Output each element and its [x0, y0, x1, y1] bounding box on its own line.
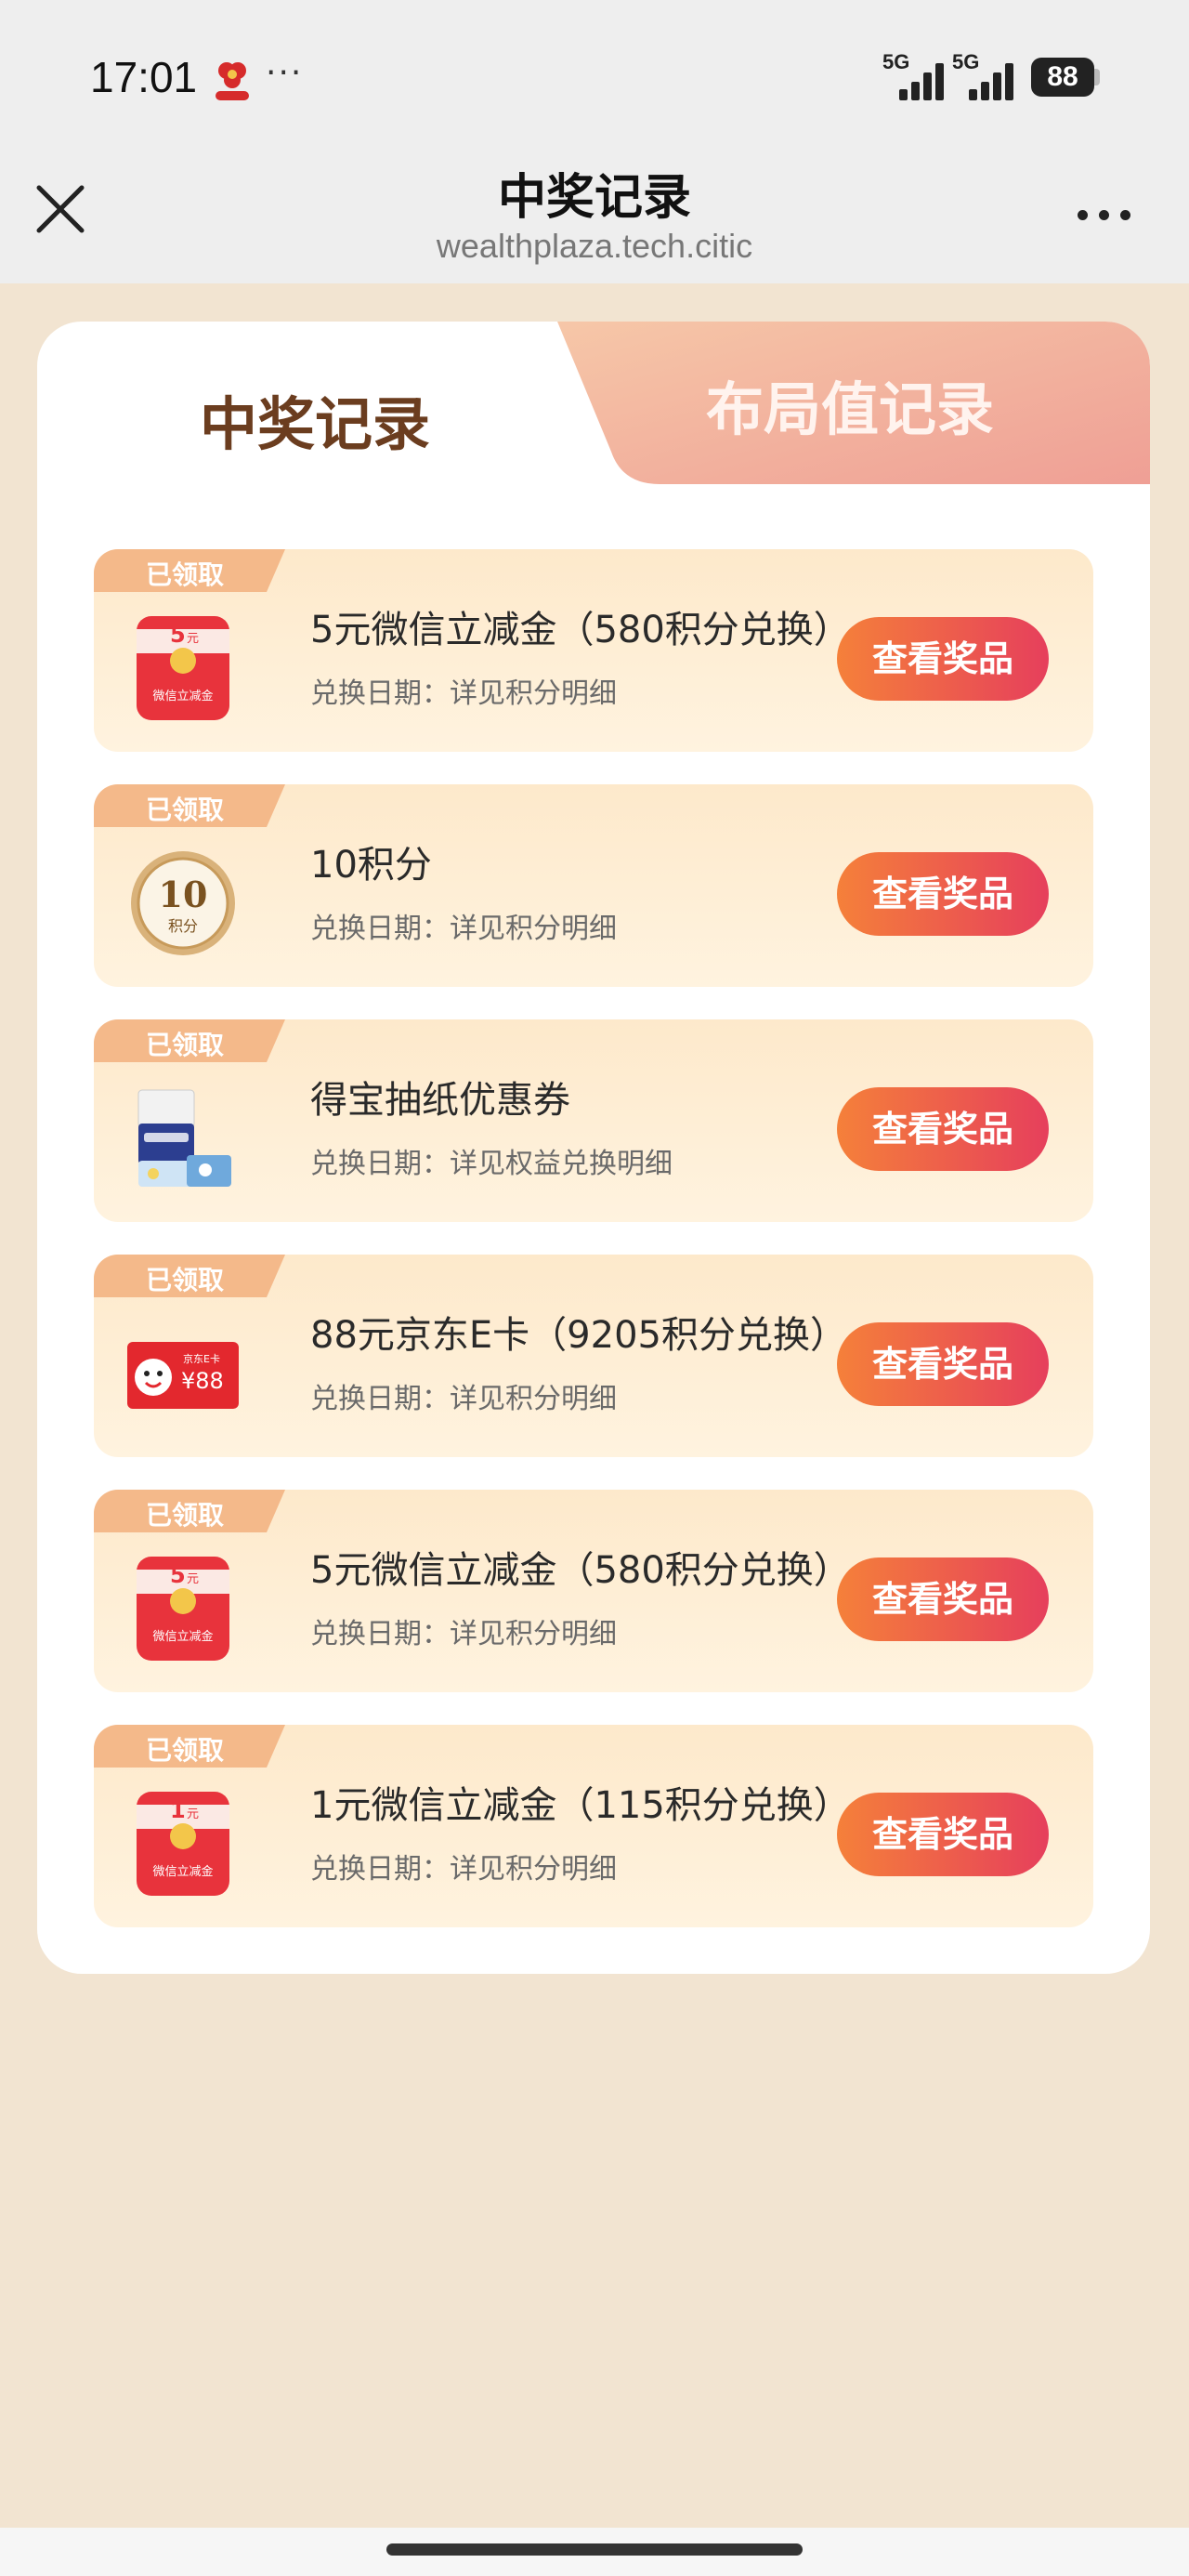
status-badge: 已领取	[94, 1019, 285, 1062]
svg-text:元: 元	[187, 632, 199, 646]
records-panel: 布局值记录 中奖记录 已领取 5 元 微信立减金 5元微信立减金（580积分兑换…	[37, 322, 1150, 1974]
tab-layout-value-label[interactable]: 布局值记录	[706, 362, 994, 446]
status-badge-label: 已领取	[146, 1735, 225, 1766]
view-prize-button[interactable]: 查看奖品	[837, 617, 1049, 701]
status-badge-label: 已领取	[146, 1265, 225, 1295]
view-prize-button[interactable]: 查看奖品	[837, 852, 1049, 936]
status-badge: 已领取	[94, 549, 285, 592]
view-prize-button[interactable]: 查看奖品	[837, 1087, 1049, 1171]
points-coin-icon: 10 积分	[131, 851, 235, 955]
svg-text:微信立减金: 微信立减金	[152, 689, 213, 703]
view-prize-button[interactable]: 查看奖品	[837, 1557, 1049, 1641]
tissue-pack-icon	[137, 1089, 231, 1187]
status-badge-label: 已领取	[146, 1500, 225, 1531]
svg-text:元: 元	[187, 1572, 199, 1586]
jd-card-icon: 京东E卡 ¥88	[127, 1342, 239, 1409]
red-packet-icon: 5 元 微信立减金	[137, 1557, 229, 1661]
svg-text:10: 10	[159, 874, 208, 915]
status-badge: 已领取	[94, 1255, 285, 1297]
list-item: 已领取 10 积分 10积分 兑换日期：详见积分明细 查看奖品	[94, 784, 1093, 987]
record-title: 得宝抽纸优惠券	[310, 1079, 570, 1122]
svg-text:¥88: ¥88	[181, 1368, 224, 1394]
record-title: 5元微信立减金（580积分兑换）	[310, 1549, 851, 1592]
status-badge-label: 已领取	[146, 1030, 225, 1060]
record-date: 兑换日期：详见积分明细	[310, 913, 617, 945]
red-app-icon	[216, 62, 249, 100]
list-item: 已领取 京东E卡 ¥88 88元京东E卡（9205积分兑换） 兑换日期：详见积分…	[94, 1255, 1093, 1457]
record-title: 1元微信立减金（115积分兑换）	[310, 1784, 851, 1827]
status-badge-label: 已领取	[146, 559, 225, 590]
record-title: 88元京东E卡（9205积分兑换）	[310, 1314, 847, 1357]
tab-layout-value-records[interactable]: 布局值记录	[557, 322, 1150, 484]
tab-win-records[interactable]: 中奖记录	[200, 377, 430, 461]
list-item: 已领取 得宝抽纸优惠券 兑换日期：详见权益兑换明细 查看奖品	[94, 1019, 1093, 1222]
list-item: 已领取 5 元 微信立减金 5元微信立减金（580积分兑换） 兑换日期：详见积分…	[94, 549, 1093, 752]
more-dots-icon[interactable]	[1074, 195, 1135, 232]
top-bar: 17:01 ··· 5G 5G 88 中奖记录 wealthplaza.tech…	[0, 0, 1189, 283]
svg-text:微信立减金: 微信立减金	[152, 1629, 213, 1644]
svg-text:京东E卡: 京东E卡	[183, 1352, 220, 1365]
battery-indicator: 88	[1031, 58, 1094, 97]
svg-text:积分: 积分	[168, 917, 198, 935]
status-more-dots: ···	[266, 54, 304, 92]
status-time: 17:01	[90, 53, 198, 101]
record-title: 5元微信立减金（580积分兑换）	[310, 609, 851, 651]
red-packet-icon: 1 元 微信立减金	[137, 1792, 229, 1896]
view-prize-button[interactable]: 查看奖品	[837, 1322, 1049, 1406]
record-date: 兑换日期：详见权益兑换明细	[310, 1148, 673, 1180]
signal-5g-1-icon: 5G	[882, 50, 949, 100]
svg-text:5: 5	[170, 622, 186, 648]
svg-text:1: 1	[170, 1797, 186, 1823]
record-date: 兑换日期：详见积分明细	[310, 1853, 617, 1886]
page-title: 中奖记录	[497, 170, 691, 226]
status-badge: 已领取	[94, 1725, 285, 1768]
status-badge-label: 已领取	[146, 795, 225, 825]
record-date: 兑换日期：详见积分明细	[310, 677, 617, 710]
svg-text:微信立减金: 微信立减金	[152, 1864, 213, 1879]
page-url: wealthplaza.tech.citic	[436, 227, 753, 265]
signal-1-label: 5G	[882, 50, 910, 73]
view-prize-button[interactable]: 查看奖品	[837, 1793, 1049, 1876]
signal-5g-2-icon: 5G	[952, 50, 1019, 100]
record-title: 10积分	[310, 844, 432, 887]
status-badge: 已领取	[94, 1490, 285, 1532]
list-item: 已领取 5 元 微信立减金 5元微信立减金（580积分兑换） 兑换日期：详见积分…	[94, 1490, 1093, 1692]
signal-2-label: 5G	[952, 50, 980, 73]
svg-text:元: 元	[187, 1807, 199, 1821]
status-badge: 已领取	[94, 784, 285, 827]
home-indicator[interactable]	[386, 2543, 803, 2556]
battery-cap	[1094, 69, 1100, 85]
record-date: 兑换日期：详见积分明细	[310, 1383, 617, 1415]
svg-text:5: 5	[170, 1562, 186, 1588]
records-list: 已领取 5 元 微信立减金 5元微信立减金（580积分兑换） 兑换日期：详见积分…	[94, 549, 1093, 1960]
record-date: 兑换日期：详见积分明细	[310, 1618, 617, 1650]
list-item: 已领取 1 元 微信立减金 1元微信立减金（115积分兑换） 兑换日期：详见积分…	[94, 1725, 1093, 1927]
red-packet-icon: 5 元 微信立减金	[137, 616, 229, 720]
